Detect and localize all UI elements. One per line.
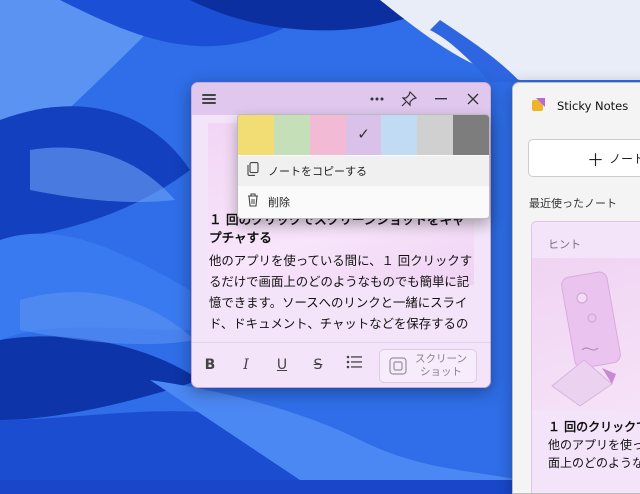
- note-body-text: 他のアプリを使っている間に、１ 回クリックするだけで画面上のどのようなものでも簡…: [209, 253, 473, 331]
- card-preview-text: 他のアプリを使って 面上のどのような: [548, 436, 640, 472]
- color-swatch[interactable]: [309, 115, 346, 155]
- bullet-list-icon: [346, 355, 362, 369]
- new-note-button[interactable]: ＋ ノート: [528, 139, 640, 177]
- trash-icon: [238, 193, 268, 211]
- color-swatch[interactable]: [417, 115, 454, 155]
- card-preview-line: 面上のどのような: [548, 456, 640, 470]
- more-options-icon[interactable]: [366, 89, 388, 109]
- card-hint-label: ヒント: [548, 238, 581, 251]
- color-swatch[interactable]: ✓: [345, 115, 382, 155]
- color-swatch[interactable]: [453, 115, 489, 155]
- formatting-toolbar: B I U S スクリーン ショット: [192, 342, 490, 387]
- new-note-label: ノート: [609, 152, 640, 166]
- card-preview-line: 他のアプリを使って: [548, 438, 640, 452]
- screenshot-button[interactable]: スクリーン ショット: [379, 349, 477, 383]
- sticky-notes-logo-icon: [532, 98, 545, 111]
- delete-note-label: 削除: [268, 196, 290, 209]
- close-icon[interactable]: [462, 89, 484, 109]
- italic-button[interactable]: I: [236, 355, 256, 375]
- screenshot-label: スクリーン ショット: [415, 353, 467, 378]
- copy-note-label: ノートをコピーする: [268, 165, 367, 178]
- app-title: Sticky Notes: [557, 99, 629, 113]
- bullet-list-button[interactable]: [344, 355, 364, 375]
- color-swatch[interactable]: [381, 115, 418, 155]
- color-swatch[interactable]: [273, 115, 310, 155]
- copy-note-item[interactable]: ノートをコピーする: [238, 156, 489, 186]
- color-swatches: ✓: [238, 115, 489, 155]
- note-card[interactable]: ヒント １ 回のクリックで 他のアプリを使って 面上のどのような: [531, 221, 640, 493]
- note-content[interactable]: １ 回のクリックでスクリーンショットをキャプチャする 他のアプリを使っている間に…: [209, 211, 475, 336]
- screenshot-icon: [389, 357, 407, 375]
- copy-icon: [238, 162, 268, 180]
- card-heading: １ 回のクリックで: [548, 420, 640, 434]
- strikethrough-button[interactable]: S: [308, 355, 328, 375]
- underline-button[interactable]: U: [272, 355, 292, 375]
- bold-button[interactable]: B: [200, 355, 220, 375]
- note-titlebar[interactable]: [192, 83, 490, 115]
- menu-icon[interactable]: [198, 89, 220, 109]
- note-options-menu: ✓ ノートをコピーする 削除: [237, 114, 490, 219]
- recent-notes-heading: 最近使ったノート: [529, 197, 617, 210]
- color-swatch[interactable]: [238, 115, 274, 155]
- checkmark-icon: ✓: [357, 125, 370, 143]
- delete-note-item[interactable]: 削除: [238, 187, 489, 217]
- card-illustration: [532, 258, 640, 410]
- pin-icon[interactable]: [398, 89, 420, 109]
- plus-icon: ＋: [587, 151, 604, 171]
- minimize-icon[interactable]: [430, 89, 452, 109]
- sticky-notes-list-window: Sticky Notes ＋ ノート 最近使ったノート ヒント １ 回のクリック…: [512, 82, 640, 494]
